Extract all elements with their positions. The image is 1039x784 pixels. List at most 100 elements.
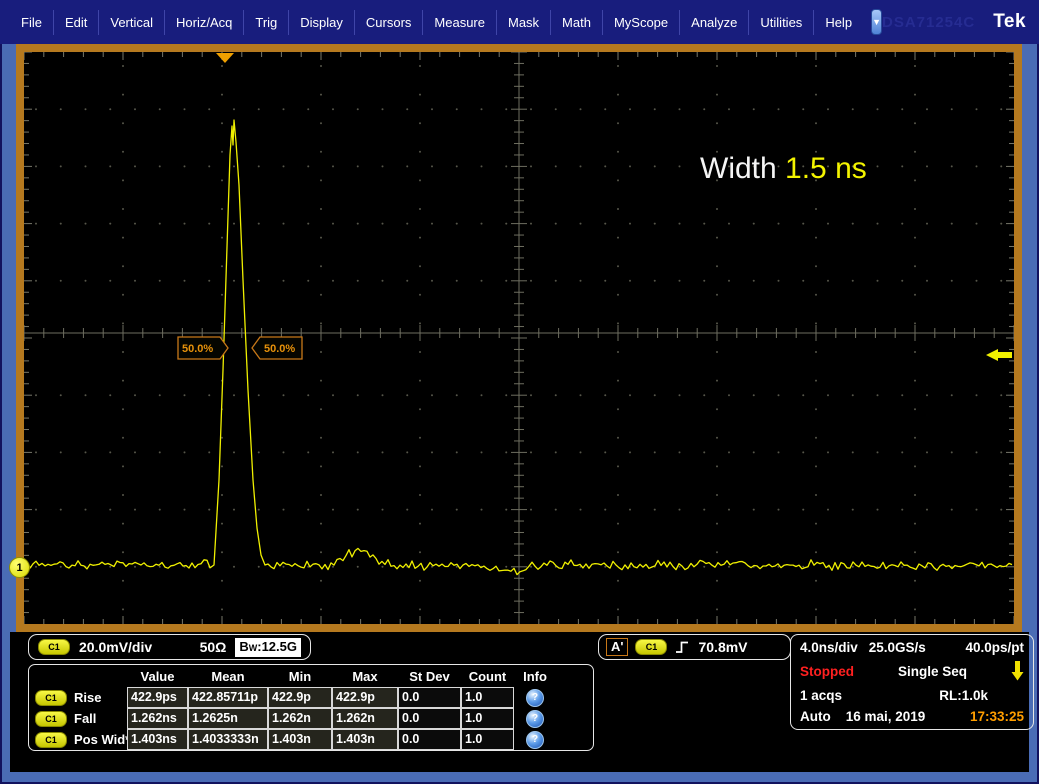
oscilloscope-window: { "window": { "menu": ["File","Edit","Ve…: [0, 0, 1039, 784]
acq-row-datetime: Auto 16 mai, 2019 17:33:25: [800, 709, 1024, 724]
bw-main: B: [239, 638, 248, 655]
meas-header-mean: Mean: [188, 666, 268, 687]
acquisition-readout: 4.0ns/div 25.0GS/s 40.0ps/pt Stopped Sin…: [790, 634, 1034, 730]
rising-edge-icon: [674, 639, 691, 655]
meas-row-label-0: C1 Rise: [32, 687, 127, 708]
meas-row-label-2: C1 Pos Wid*: [32, 729, 127, 750]
waveform-display: 50.0% 50.0%: [24, 52, 1014, 624]
meas-header-info: Info: [514, 666, 556, 687]
meas-max-cell: 1.262n: [332, 708, 398, 729]
menu-item-vertical[interactable]: Vertical: [98, 10, 164, 35]
menu-overflow-button[interactable]: ▼: [871, 9, 882, 35]
channel1-position-marker[interactable]: 1: [9, 557, 30, 578]
bw-value: :12.5G: [257, 638, 297, 655]
record-length: RL:1.0k: [939, 688, 988, 703]
rise-50-percent-marker-label: 50.0%: [182, 343, 213, 355]
sample-rate: 25.0GS/s: [869, 640, 926, 655]
meas-min-cell: 1.403n: [268, 729, 332, 750]
meas-info-cell: ?: [514, 687, 556, 708]
bw-sub: W: [249, 640, 258, 657]
menu-item-trig[interactable]: Trig: [243, 10, 288, 35]
meas-min-cell: 422.9p: [268, 687, 332, 708]
acq-mode: Single Seq: [854, 664, 1011, 679]
meas-header-st-dev: St Dev: [398, 666, 461, 687]
time: 17:33:25: [970, 709, 1024, 724]
meas-name: Pos Wid*: [74, 732, 130, 747]
readout-panel: C1 20.0mV/div 50Ω BW:12.5G ValueMeanMinM…: [10, 632, 1029, 772]
input-impedance: 50Ω: [200, 639, 227, 655]
meas-mean-cell: 422.85711p: [188, 687, 268, 708]
meas-name: Fall: [74, 711, 96, 726]
meas-min-cell: 1.262n: [268, 708, 332, 729]
meas-mean-cell: 1.2625n: [188, 708, 268, 729]
menu-item-file[interactable]: File: [10, 10, 53, 35]
acq-row-count: 1 acqs RL:1.0k: [800, 688, 1024, 703]
acq-state: Stopped: [800, 664, 854, 679]
meas-header-value: Value: [127, 666, 188, 687]
meas-channel-badge: C1: [35, 732, 67, 748]
channel-badge[interactable]: C1: [38, 639, 70, 655]
menu-item-mask[interactable]: Mask: [496, 10, 550, 35]
meas-info-cell: ?: [514, 729, 556, 750]
info-icon[interactable]: ?: [526, 710, 544, 728]
graticule-frame: 50.0%50.0% 1 Width 1.5 ns: [16, 44, 1022, 632]
meas-header-count: Count: [461, 666, 514, 687]
menu-bar: FileEditVerticalHoriz/AcqTrigDisplayCurs…: [0, 0, 1039, 44]
trigger-channel-badge: C1: [635, 639, 667, 655]
menu-item-cursors[interactable]: Cursors: [354, 10, 423, 35]
meas-value-cell: 1.262ns: [127, 708, 188, 729]
meas-channel-badge: C1: [35, 690, 67, 706]
trigger-mode: Auto: [800, 709, 831, 724]
model-watermark: DSA71254C: [882, 14, 975, 31]
meas-max-cell: 1.403n: [332, 729, 398, 750]
menu-item-analyze[interactable]: Analyze: [679, 10, 748, 35]
info-icon[interactable]: ?: [526, 731, 544, 749]
meas-info-cell: ?: [514, 708, 556, 729]
chevron-down-icon: ▼: [872, 17, 881, 27]
meas-name: Rise: [74, 690, 101, 705]
timebase: 4.0ns/div: [800, 640, 858, 655]
meas-mean-cell: 1.4033333n: [188, 729, 268, 750]
acq-arrow-icon: [1011, 661, 1024, 681]
width-annotation-value: 1.5 ns: [785, 152, 867, 185]
meas-row-label-1: C1 Fall: [32, 708, 127, 729]
width-annotation: Width 1.5 ns: [700, 152, 867, 186]
meas-count-cell: 1.0: [461, 729, 514, 750]
meas-value-cell: 1.403ns: [127, 729, 188, 750]
meas-header-max: Max: [332, 666, 398, 687]
trigger-source-label: A': [606, 638, 628, 656]
menu-item-edit[interactable]: Edit: [53, 10, 98, 35]
meas-count-cell: 1.0: [461, 708, 514, 729]
acq-row-state: Stopped Single Seq: [800, 661, 1024, 681]
trigger-readout: A' C1 70.8mV: [598, 634, 791, 660]
bandwidth-readout: BW:12.5G: [235, 638, 301, 657]
menu-item-horiz-acq[interactable]: Horiz/Acq: [164, 10, 243, 35]
acq-count: 1 acqs: [800, 688, 842, 703]
info-icon[interactable]: ?: [526, 689, 544, 707]
tek-logo: Tek: [993, 11, 1026, 33]
menu-bar-items: FileEditVerticalHoriz/AcqTrigDisplayCurs…: [10, 0, 863, 44]
vertical-scale: 20.0mV/div: [79, 639, 152, 655]
channel-readout: C1 20.0mV/div 50Ω BW:12.5G: [28, 634, 311, 660]
fall-50-percent-marker-label: 50.0%: [264, 343, 295, 355]
trigger-level: 70.8mV: [698, 639, 747, 655]
measurement-table: ValueMeanMinMaxSt DevCountInfo C1 Rise 422.…: [28, 664, 594, 751]
meas-max-cell: 422.9p: [332, 687, 398, 708]
menu-item-display[interactable]: Display: [288, 10, 354, 35]
meas-channel-badge: C1: [35, 711, 67, 727]
meas-stdev-cell: 0.0: [398, 729, 461, 750]
menu-item-myscope[interactable]: MyScope: [602, 10, 679, 35]
menu-item-help[interactable]: Help: [813, 10, 863, 35]
menu-item-utilities[interactable]: Utilities: [748, 10, 813, 35]
meas-header-spacer: [32, 666, 127, 687]
resolution: 40.0ps/pt: [965, 640, 1024, 655]
menu-item-math[interactable]: Math: [550, 10, 602, 35]
meas-value-cell: 422.9ps: [127, 687, 188, 708]
acq-row-timebase: 4.0ns/div 25.0GS/s 40.0ps/pt: [800, 640, 1024, 655]
date: 16 mai, 2019: [846, 709, 926, 724]
menu-item-measure[interactable]: Measure: [422, 10, 496, 35]
width-annotation-label: Width: [700, 152, 785, 185]
meas-stdev-cell: 0.0: [398, 687, 461, 708]
meas-header-min: Min: [268, 666, 332, 687]
meas-count-cell: 1.0: [461, 687, 514, 708]
